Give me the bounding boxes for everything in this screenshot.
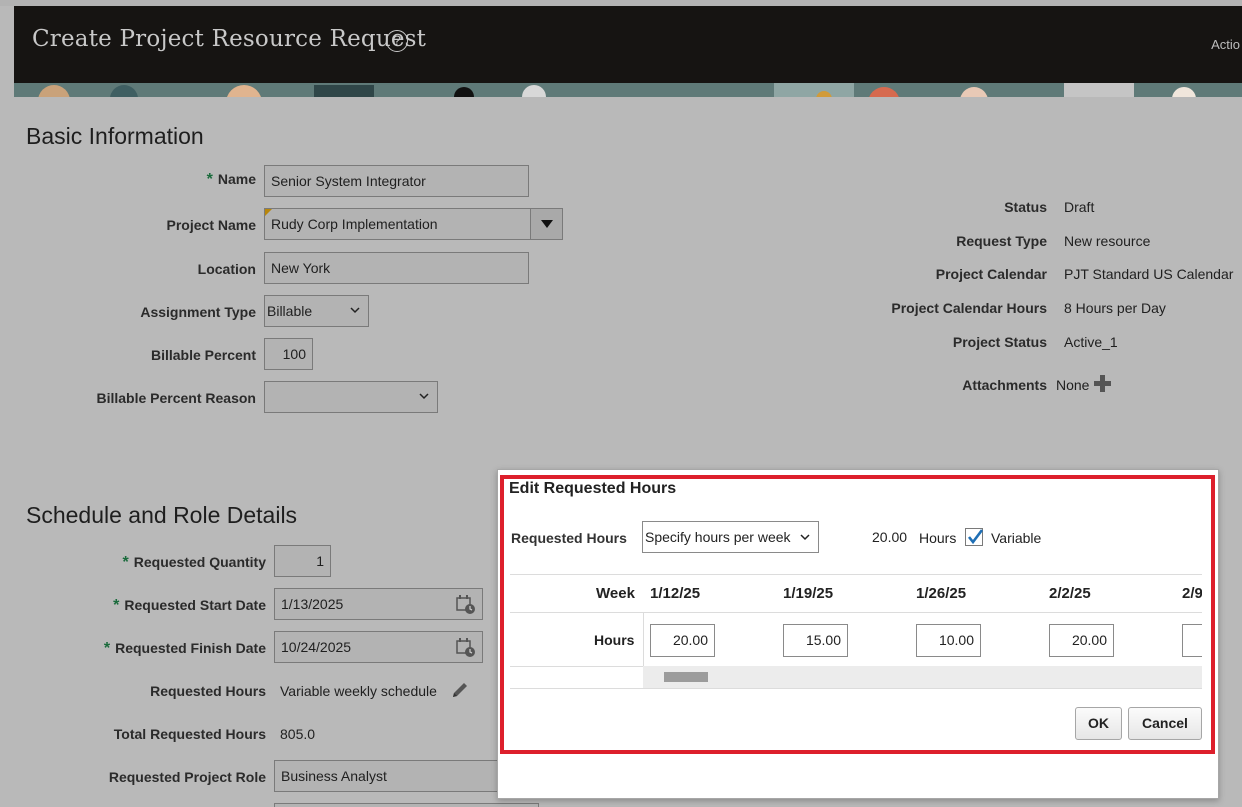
section-heading-schedule: Schedule and Role Details bbox=[26, 502, 298, 528]
assignment-type-value: Billable bbox=[267, 303, 313, 319]
horizontal-scrollbar[interactable] bbox=[643, 666, 1202, 688]
total-hours-label: Total Requested Hours bbox=[113, 726, 266, 742]
requested-quantity-label: * Requested Quantity bbox=[122, 554, 266, 571]
grid-divider bbox=[510, 612, 1202, 613]
required-icon: * bbox=[103, 640, 111, 657]
week-column-header: 2/2/25 bbox=[1049, 585, 1091, 602]
edit-pencil-icon[interactable] bbox=[450, 680, 470, 700]
billable-percent-label: Billable Percent bbox=[150, 347, 256, 363]
hours-grid: Week 1/12/25 1/19/25 1/26/25 2/2/25 2/9 … bbox=[510, 574, 1202, 689]
week-column-header: 2/9 bbox=[1182, 585, 1202, 602]
attachments-value: None bbox=[1056, 377, 1090, 393]
requested-hours-value: Variable weekly schedule bbox=[280, 683, 437, 699]
week-column-header: 1/26/25 bbox=[916, 585, 967, 602]
add-attachment-icon[interactable] bbox=[1094, 375, 1111, 392]
chevron-down-icon bbox=[800, 534, 810, 541]
start-date-field[interactable]: 1/13/2025 bbox=[274, 588, 483, 620]
chevron-down-icon bbox=[350, 296, 360, 326]
project-status-value: Active_1 bbox=[1064, 334, 1118, 350]
hours-input[interactable]: 15.00 bbox=[783, 624, 848, 657]
hours-per-week-value: 20.00 bbox=[872, 529, 908, 545]
edit-requested-hours-dialog: Edit Requested Hours Requested Hours Spe… bbox=[497, 469, 1219, 799]
start-date-label: * Requested Start Date bbox=[113, 597, 266, 614]
name-label: * Name bbox=[206, 171, 256, 188]
calendar-hours-value: 8 Hours per Day bbox=[1064, 300, 1166, 316]
page-header: Create Project Resource Request ? Actio bbox=[14, 6, 1242, 83]
ok-button[interactable]: OK bbox=[1075, 707, 1122, 740]
name-field[interactable]: Senior System Integrator bbox=[264, 165, 529, 197]
next-field[interactable] bbox=[274, 803, 539, 807]
billable-reason-label: Billable Percent Reason bbox=[96, 390, 256, 406]
calendar-icon bbox=[456, 595, 475, 614]
required-icon: * bbox=[206, 171, 213, 188]
total-hours-value: 805.0 bbox=[280, 726, 316, 742]
checkmark-icon bbox=[967, 529, 983, 545]
calendar-icon bbox=[456, 638, 475, 657]
decorative-banner bbox=[14, 83, 1242, 97]
assignment-type-select[interactable]: Billable bbox=[264, 295, 369, 327]
project-name-label: Project Name bbox=[166, 217, 256, 233]
project-name-value: Rudy Corp Implementation bbox=[271, 216, 438, 232]
hours-mode-value: Specify hours per week bbox=[645, 529, 791, 545]
project-dropdown-button[interactable] bbox=[530, 208, 563, 240]
requested-quantity-field[interactable]: 1 bbox=[274, 545, 331, 577]
dialog-requested-hours-label: Requested Hours bbox=[511, 530, 627, 546]
variable-label: Variable bbox=[991, 530, 1042, 546]
flag-icon bbox=[265, 209, 272, 216]
variable-checkbox[interactable] bbox=[965, 528, 983, 546]
scrollbar-thumb[interactable] bbox=[664, 672, 708, 682]
hours-input[interactable] bbox=[1182, 624, 1202, 657]
page-title: Create Project Resource Request bbox=[32, 26, 427, 52]
attachments-label: Attachments bbox=[962, 377, 1047, 393]
grid-divider bbox=[510, 574, 1202, 575]
required-icon: * bbox=[113, 597, 120, 614]
calendar-hours-label: Project Calendar Hours bbox=[891, 300, 1047, 316]
chevron-down-icon bbox=[419, 382, 429, 412]
hours-unit-label: Hours bbox=[919, 530, 957, 546]
hours-mode-select[interactable]: Specify hours per week bbox=[642, 521, 819, 553]
cancel-button[interactable]: Cancel bbox=[1128, 707, 1202, 740]
grid-column-divider bbox=[643, 612, 644, 666]
project-calendar-label: Project Calendar bbox=[935, 266, 1047, 282]
hours-row-label: Hours bbox=[594, 632, 635, 648]
required-icon: * bbox=[122, 554, 129, 571]
status-value: Draft bbox=[1064, 199, 1095, 215]
start-date-value: 1/13/2025 bbox=[281, 596, 344, 612]
project-calendar-value: PJT Standard US Calendar bbox=[1064, 266, 1234, 282]
location-field[interactable]: New York bbox=[264, 252, 529, 284]
project-role-field[interactable]: Business Analyst bbox=[274, 760, 504, 792]
hours-input[interactable]: 20.00 bbox=[1049, 624, 1114, 657]
caret-down-icon bbox=[541, 220, 553, 228]
billable-percent-field[interactable]: 100 bbox=[264, 338, 313, 370]
project-name-field[interactable]: Rudy Corp Implementation bbox=[264, 208, 531, 240]
finish-date-field[interactable]: 10/24/2025 bbox=[274, 631, 483, 663]
request-type-value: New resource bbox=[1064, 233, 1151, 249]
hours-input[interactable]: 10.00 bbox=[916, 624, 981, 657]
finish-date-label: * Requested Finish Date bbox=[103, 640, 266, 657]
help-icon[interactable]: ? bbox=[386, 30, 408, 52]
finish-date-value: 10/24/2025 bbox=[281, 639, 352, 655]
actions-menu[interactable]: Actio bbox=[1211, 37, 1240, 52]
status-label: Status bbox=[1004, 199, 1047, 215]
week-header: Week bbox=[596, 585, 635, 602]
hours-input[interactable]: 20.00 bbox=[650, 624, 715, 657]
section-heading-basic: Basic Information bbox=[26, 123, 204, 149]
week-column-header: 1/19/25 bbox=[783, 585, 834, 602]
request-type-label: Request Type bbox=[956, 233, 1047, 249]
week-column-header: 1/12/25 bbox=[650, 585, 701, 602]
project-status-label: Project Status bbox=[952, 334, 1047, 350]
requested-hours-label: Requested Hours bbox=[150, 683, 266, 699]
dialog-title: Edit Requested Hours bbox=[509, 480, 677, 497]
location-label: Location bbox=[197, 261, 256, 277]
project-role-label: Requested Project Role bbox=[108, 769, 266, 785]
assignment-type-label: Assignment Type bbox=[140, 304, 256, 320]
grid-divider bbox=[510, 688, 1202, 689]
billable-reason-select[interactable] bbox=[264, 381, 438, 413]
